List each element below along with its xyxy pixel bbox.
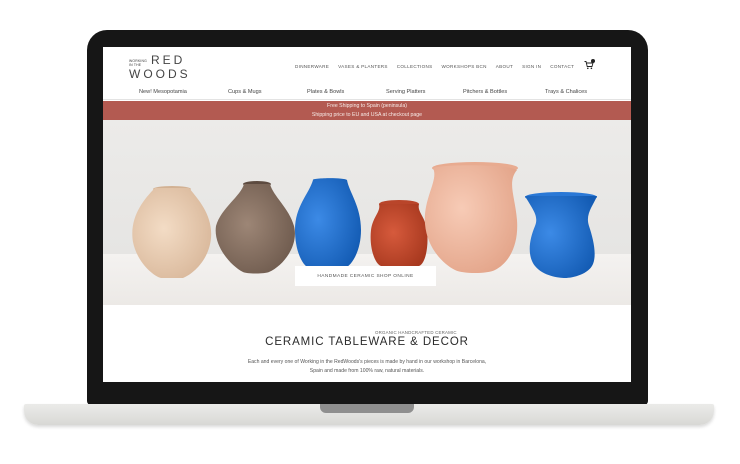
laptop-notch: [320, 404, 414, 413]
blue-round-vase: [525, 192, 597, 278]
section-description: Each and every one of Working in the Red…: [103, 358, 631, 376]
category-link-trays-chalices[interactable]: Trays & Chalices: [545, 89, 587, 95]
nav-link-vases-planters[interactable]: VASES & PLANTERS: [338, 64, 388, 69]
logo-word-red: RED: [151, 53, 186, 67]
category-link-serving-platters[interactable]: Serving Platters: [386, 89, 425, 95]
banner-line-1: Free Shipping to Spain (peninsula): [327, 103, 407, 109]
banner-line-2: Shipping price to EU and USA at checkout…: [311, 112, 423, 118]
site-logo[interactable]: WORKING IN THE RED WOODS: [129, 53, 189, 83]
logo-subtitle: WORKING IN THE: [129, 59, 147, 67]
nav-link-collections[interactable]: COLLECTIONS: [397, 64, 433, 69]
nav-link-workshops[interactable]: WORKSHOPS BCN: [442, 64, 487, 69]
blue-tall-vase: [295, 178, 361, 270]
category-link-pitchers-bottles[interactable]: Pitchers & Bottles: [463, 89, 507, 95]
category-link-plates-bowls[interactable]: Plates & Bowls: [307, 89, 344, 95]
section-tagline: ORGANIC HANDCRAFTED CERAMIC: [375, 330, 457, 335]
brown-vase: [215, 181, 295, 274]
cart-count-badge: [591, 59, 595, 63]
top-navigation: DINNERWARE VASES & PLANTERS COLLECTIONS …: [295, 64, 583, 69]
shipping-banner: Free Shipping to Spain (peninsula) Shipp…: [103, 101, 631, 120]
website-screen: WORKING IN THE RED WOODS DINNERWARE VASE…: [103, 47, 631, 382]
terracotta-vase: [370, 200, 428, 268]
laptop-mockup: WORKING IN THE RED WOODS DINNERWARE VASE…: [0, 0, 740, 464]
hero-image: HANDMADE CERAMIC SHOP ONLINE: [103, 120, 631, 305]
sand-vase: [132, 186, 212, 278]
category-link-cups-mugs[interactable]: Cups & Mugs: [228, 89, 262, 95]
nav-link-sign-in[interactable]: SIGN IN: [522, 64, 541, 69]
category-link-mesopotamia[interactable]: New! Mesopotamia: [139, 89, 187, 95]
nav-link-contact[interactable]: CONTACT: [550, 64, 574, 69]
nav-link-dinnerware[interactable]: DINNERWARE: [295, 64, 329, 69]
handmade-shop-button[interactable]: HANDMADE CERAMIC SHOP ONLINE: [295, 266, 436, 286]
logo-word-woods: WOODS: [129, 67, 191, 81]
nav-link-about[interactable]: ABOUT: [496, 64, 513, 69]
section-headline: CERAMIC TABLEWARE & DECOR: [265, 336, 469, 348]
pink-vase: [424, 162, 518, 273]
nav-divider: [103, 99, 631, 100]
description-line-2: Spain and made from 100% raw, natural ma…: [309, 368, 425, 374]
description-line-1: Each and every one of Working in the Red…: [247, 359, 487, 365]
